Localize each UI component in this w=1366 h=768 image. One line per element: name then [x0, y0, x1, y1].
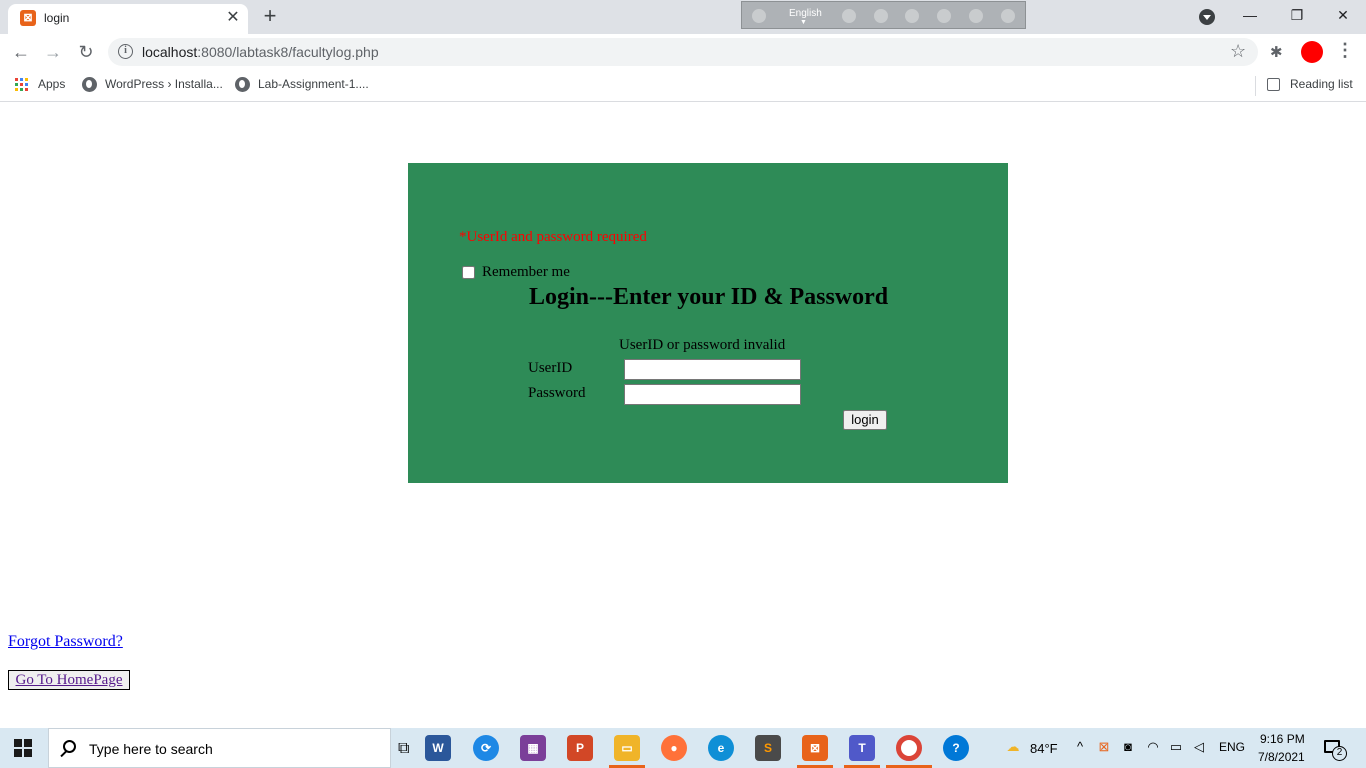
chrome-icon[interactable] [896, 735, 922, 761]
reading-list-icon [1267, 78, 1280, 91]
address-bar[interactable]: i localhost:8080/labtask8/facultylog.php… [108, 38, 1258, 66]
winrar-icon[interactable]: ▦ [520, 735, 546, 761]
restore-button[interactable]: ❐ [1282, 4, 1312, 26]
remember-me-label: Remember me [482, 264, 570, 280]
chevron-down-icon: ▼ [800, 19, 807, 26]
tab-title: login [44, 11, 70, 25]
input-language[interactable]: ENG [1219, 740, 1245, 754]
bookmarks-bar: Apps WordPress › Installa... Lab-Assignm… [0, 70, 1366, 102]
login-heading: Login---Enter your ID & Password [529, 284, 889, 310]
search-icon [63, 740, 76, 753]
bookmark-apps[interactable]: Apps [38, 77, 65, 91]
notification-badge: 2 [1332, 746, 1347, 761]
volume-icon[interactable]: ◁ [1192, 740, 1206, 754]
search-placeholder: Type here to search [89, 741, 213, 757]
weather-temperature[interactable]: 84°F [1030, 741, 1058, 756]
reload-button[interactable]: ↻ [74, 40, 98, 64]
chevron-up-icon[interactable]: ^ [1073, 740, 1087, 754]
firefox-icon[interactable]: ● [661, 735, 687, 761]
forward-button[interactable]: → [41, 40, 65, 64]
camera-icon[interactable]: ◙ [1121, 740, 1135, 754]
taskbar: Type here to search ⧉ W ⟳ ▦ P ▭ ● e S ⊠ … [0, 728, 1366, 768]
remember-me-checkbox[interactable] [462, 266, 475, 279]
clock-time[interactable]: 9:16 PM [1260, 732, 1305, 746]
notification-icon[interactable]: 2 [1324, 738, 1347, 761]
globe-icon [82, 77, 97, 92]
bookmark-wordpress[interactable]: WordPress › Installa... [105, 77, 223, 91]
menu-icon[interactable]: ⋮ [1336, 40, 1354, 61]
url-path: :8080/labtask8/facultylog.php [197, 44, 379, 60]
bookmark-lab-assignment[interactable]: Lab-Assignment-1.... [258, 77, 369, 91]
password-label: Password [528, 385, 586, 401]
xampp-icon[interactable]: ⊠ [802, 735, 828, 761]
site-info-icon[interactable]: i [118, 44, 133, 59]
invalid-error: UserID or password invalid [619, 337, 786, 353]
sublime-icon[interactable]: S [755, 735, 781, 761]
info-icon[interactable] [1001, 9, 1015, 23]
windows-start-icon[interactable] [14, 739, 32, 757]
back-button[interactable]: ← [9, 40, 33, 64]
url-host: localhost [142, 44, 198, 60]
bookmark-star-icon[interactable]: ☆ [1230, 41, 1246, 62]
userid-input[interactable] [624, 359, 801, 380]
close-tab-icon[interactable]: ✕ [224, 9, 242, 27]
password-input[interactable] [624, 384, 801, 405]
weather-icon[interactable]: ☁ [1003, 740, 1023, 754]
gear-icon[interactable] [905, 9, 919, 23]
extensions-icon[interactable]: ✱ [1270, 43, 1283, 61]
bookmarks-divider [1255, 76, 1256, 96]
new-tab-button[interactable]: + [258, 5, 282, 29]
wifi-icon[interactable]: ◠ [1146, 740, 1160, 754]
url-text[interactable]: localhost:8080/labtask8/facultylog.php [142, 44, 379, 60]
xampp-icon: ⊠ [20, 10, 36, 26]
ime-icon[interactable] [752, 9, 766, 23]
login-panel: *UserId and password required Remember m… [408, 163, 1008, 483]
required-error: *UserId and password required [459, 229, 647, 245]
close-window-button[interactable]: ✕ [1328, 4, 1358, 26]
taskbar-search[interactable]: Type here to search [48, 728, 391, 768]
task-view-icon[interactable]: ⧉ [398, 740, 409, 758]
chess-icon[interactable] [874, 9, 888, 23]
forgot-password-link[interactable]: Forgot Password? [8, 633, 123, 651]
powerpoint-icon[interactable]: P [567, 735, 593, 761]
apps-icon[interactable] [15, 78, 29, 92]
tab-search-icon[interactable] [1199, 9, 1215, 25]
help-icon[interactable] [969, 9, 983, 23]
help-icon[interactable]: ? [943, 735, 969, 761]
teams-icon[interactable]: T [849, 735, 875, 761]
userid-label: UserID [528, 360, 573, 376]
language-selector[interactable]: English [789, 8, 822, 19]
page-content: *UserId and password required Remember m… [0, 103, 1366, 728]
profile-avatar[interactable] [1301, 41, 1323, 63]
browser-tab[interactable]: ⊠ login ✕ [8, 4, 248, 34]
sync-icon[interactable]: ⟳ [473, 735, 499, 761]
browser-toolbar: ← → ↻ i localhost:8080/labtask8/facultyl… [0, 34, 1366, 70]
file-explorer-icon[interactable]: ▭ [614, 735, 640, 761]
globe-icon [235, 77, 250, 92]
language-bar: English ▼ [741, 1, 1026, 29]
keyboard-icon[interactable] [842, 9, 856, 23]
login-button[interactable]: login [843, 410, 887, 430]
go-to-homepage-button[interactable]: Go To HomePage [8, 670, 130, 690]
ie-icon[interactable] [937, 9, 951, 23]
minimize-button[interactable]: — [1235, 4, 1265, 26]
tab-strip: ⊠ login ✕ + English ▼ — ❐ ✕ [0, 0, 1366, 34]
clock-date[interactable]: 7/8/2021 [1258, 750, 1305, 764]
reading-list-button[interactable]: Reading list [1290, 77, 1353, 91]
battery-icon[interactable]: ▭ [1169, 740, 1183, 754]
word-icon[interactable]: W [425, 735, 451, 761]
edge-icon[interactable]: e [708, 735, 734, 761]
xampp-tray-icon[interactable]: ⊠ [1097, 740, 1111, 754]
